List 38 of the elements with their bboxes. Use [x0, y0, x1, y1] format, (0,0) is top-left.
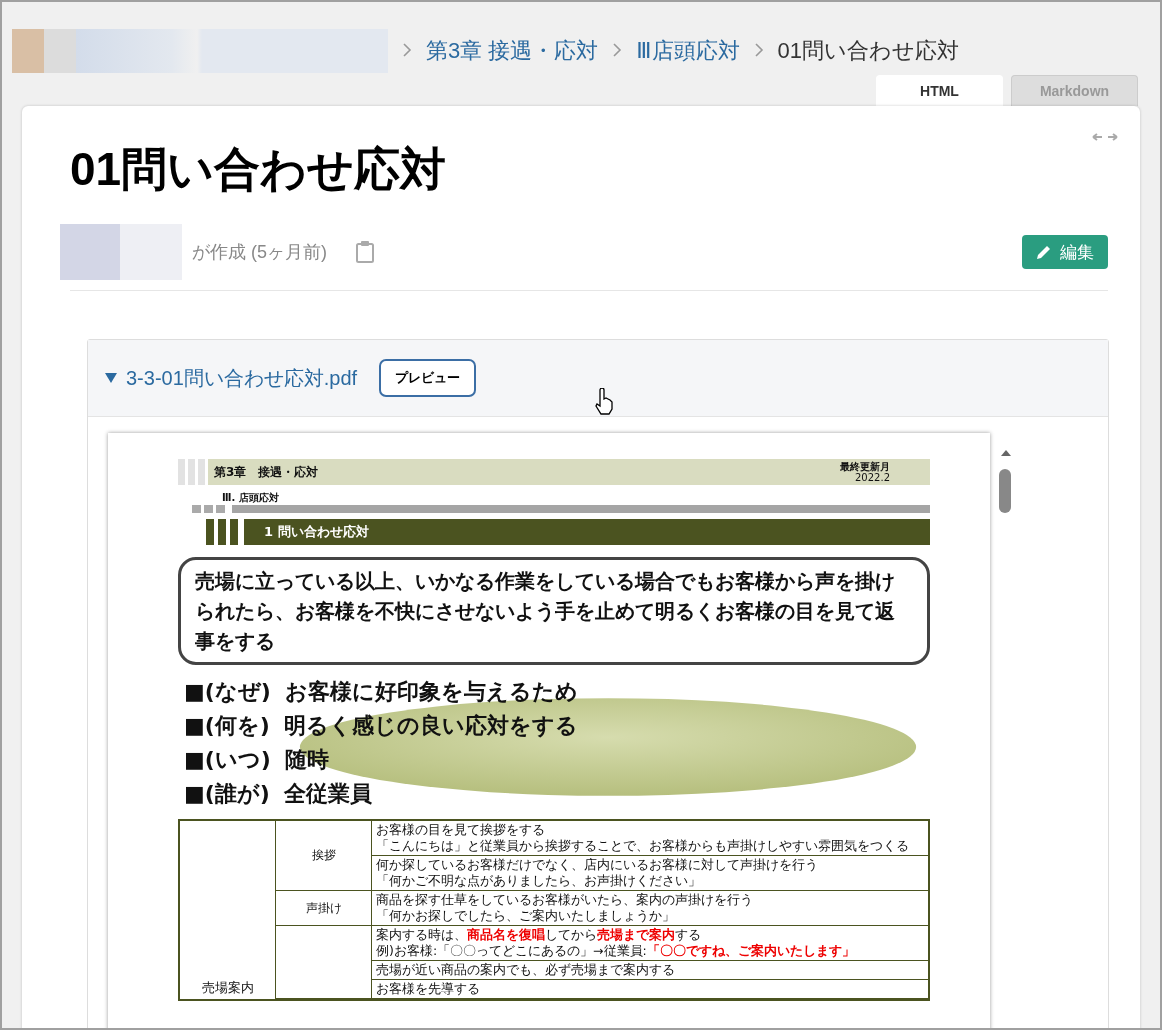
section-title: Ⅲ. 店頭応対 [222, 491, 280, 503]
expand-arrows-icon[interactable] [1092, 132, 1118, 142]
updated-date: 2022.2 [855, 472, 890, 483]
stripes-drawing [178, 459, 208, 485]
breadcrumb-link[interactable]: Ⅲ店頭応対 [636, 36, 740, 66]
point-text: 全従業員 [283, 780, 372, 808]
stripes-drawing [206, 519, 240, 545]
attachment-toggle[interactable]: 3-3-01問い合わせ応対.pdf [104, 364, 358, 392]
page-title: 01問い合わせ応対 [70, 142, 448, 197]
pencil-icon [1036, 244, 1052, 260]
table-cell: お客様の目を見て挨拶をする 「こんにちは」と従業員から挨拶することで、お客様からも声掛けしやすい雰囲気をつくる [372, 821, 928, 856]
point-label: ■(なぜ) [184, 678, 271, 706]
point-label: ■(誰が) [184, 780, 270, 808]
table-cell: 声掛け [276, 891, 372, 926]
point-label: ■(いつ) [184, 746, 271, 774]
table-cell: 案内する時は、商品名を復唱してから売場まで案内する 例)お客様:「〇〇ってどこにあるの」→従業員:「〇〇ですね、ご案内いたします」 [372, 926, 928, 961]
preview-button[interactable]: プレビュー [379, 359, 477, 397]
scrollbar-thumb[interactable] [999, 469, 1011, 513]
heading-bar: 1 問い合わせ応対 [244, 519, 930, 545]
view-tab[interactable]: HTML [876, 75, 1003, 106]
chapter-title: 第3章 接遇・応対 [214, 463, 320, 481]
author-meta: が作成 (5ヶ月前) [192, 241, 327, 264]
table-cell: 何か探しているお客様だけでなく、店内にいるお客様に対して声掛けを行う 「何かご不明な点がありましたら、お声掛けください」 [372, 856, 928, 891]
breadcrumb-link[interactable]: 第3章 接遇・応対 [426, 36, 599, 66]
table-cell: お客様を先導する [372, 980, 928, 999]
updated-label: 最終更新月 [840, 461, 890, 472]
clipboard-icon[interactable] [355, 240, 375, 264]
table-cell: 売場が近い商品の案内でも、必ず売場まで案内する [372, 961, 928, 980]
table-cell: 商品を探す仕草をしているお客様がいたら、案内の声掛けを行う 「何かお探しでしたら、ご案内いたしましょうか」 [372, 891, 928, 926]
table-cell: 挨拶 [276, 821, 372, 891]
point-text: お客様に好印象を与えるため [284, 678, 578, 706]
breadcrumb-current: 01問い合わせ応対 [777, 37, 959, 65]
squares-drawing [192, 505, 228, 513]
point-label: ■(何を) [184, 712, 270, 740]
summary-box: 売場に立っている以上、いかなる作業をしている場合でもお客様から声を掛けられたら、お客様を不快にさせないよう手を止めて明るくお客様の目を見て返事をする [178, 557, 930, 665]
table-cell: 売場案内 [180, 821, 276, 999]
edit-button[interactable]: 編集 [1022, 235, 1108, 269]
scroll-up-icon[interactable] [1000, 449, 1012, 457]
